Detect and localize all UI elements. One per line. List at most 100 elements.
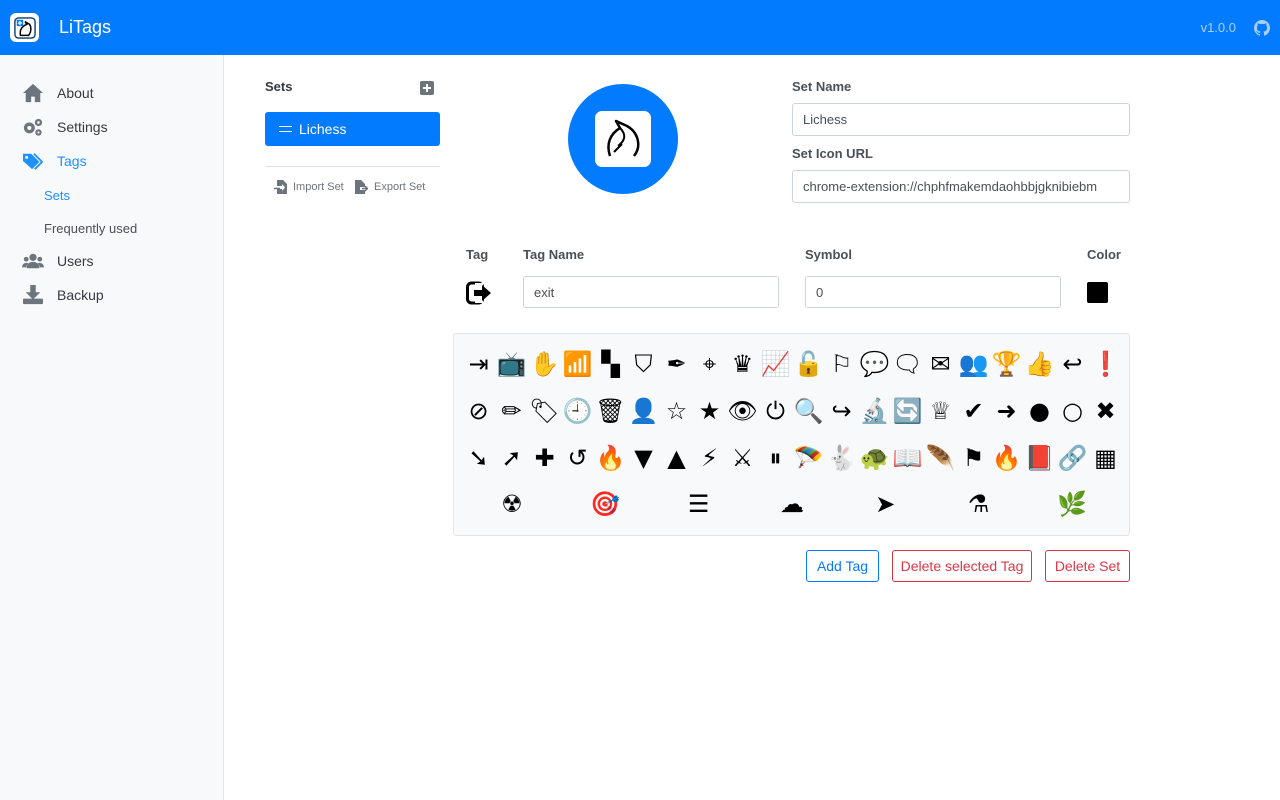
trophy-icon[interactable]: 🏆 [990, 344, 1023, 384]
exit-icon[interactable]: ⇥ [462, 344, 495, 384]
star-outline-icon[interactable]: ☆ [660, 391, 693, 431]
crosshair-icon[interactable]: ⌖ [693, 344, 726, 384]
trash-icon[interactable]: 🗑 [594, 391, 627, 431]
fire-icon[interactable]: 🔥 [990, 438, 1023, 478]
share-icon[interactable]: ↪ [825, 391, 858, 431]
set-icon-url-input[interactable] [792, 170, 1130, 203]
cannabis-icon[interactable]: 🌿 [1052, 484, 1092, 524]
sidebar-subitem-frequently-used[interactable]: Frequently used [44, 221, 137, 236]
pause-icon[interactable]: ⏸ [759, 438, 792, 478]
parachute-icon[interactable]: 🪂 [792, 438, 825, 478]
queen-icon[interactable]: ♕ [924, 391, 957, 431]
cloud-upload-icon[interactable]: ☁ [772, 484, 812, 524]
swords-icon[interactable]: ⚔ [726, 438, 759, 478]
sidebar-subitem-sets[interactable]: Sets [44, 188, 70, 203]
top-bar: LiTags v1.0.0 [0, 0, 1280, 55]
shield-icon[interactable]: ⛉ [627, 344, 660, 384]
search-icon[interactable]: 🔍 [792, 391, 825, 431]
plus-square-icon[interactable]: ✚ [528, 438, 561, 478]
close-icon[interactable]: ✖ [1089, 391, 1122, 431]
chessboard-icon[interactable]: ▚ [594, 344, 627, 384]
delete-selected-tag-button[interactable]: Delete selected Tag [892, 550, 1032, 582]
exclamation-icon[interactable]: ❗ [1089, 344, 1122, 384]
app-title: LiTags [59, 17, 112, 37]
knight-icon [607, 119, 640, 157]
circle-filled-icon[interactable]: ● [1023, 391, 1056, 431]
color-picker[interactable] [1087, 282, 1108, 303]
nuke-icon[interactable]: ☢ [492, 484, 532, 524]
flag-outline-icon[interactable]: ⚐ [825, 344, 858, 384]
book-icon[interactable]: 📖 [891, 438, 924, 478]
sidebar-item-about[interactable]: About [22, 83, 94, 103]
sync-icon[interactable]: 🔄 [891, 391, 924, 431]
set-list-item[interactable]: Lichess [265, 112, 440, 146]
cursor-icon[interactable]: ➤ [865, 484, 905, 524]
clock-icon[interactable]: 🕘 [561, 391, 594, 431]
caret-down-icon[interactable]: ▼ [627, 438, 660, 478]
target-icon[interactable]: 🎯 [585, 484, 625, 524]
arrow-down-right-icon[interactable]: ➘ [462, 438, 495, 478]
caret-up-icon[interactable]: ▲ [660, 438, 693, 478]
sidebar-item-settings[interactable]: Settings [22, 117, 108, 137]
rss-icon[interactable]: 📶 [561, 344, 594, 384]
version-label: v1.0.0 [1200, 20, 1236, 35]
sidebar-item-tags[interactable]: Tags [22, 151, 87, 171]
symbol-input[interactable] [805, 276, 1061, 308]
flag-icon[interactable]: ⚑ [957, 438, 990, 478]
set-name-label: Set Name [792, 79, 852, 94]
grid-icon[interactable]: ▦ [1089, 438, 1122, 478]
envelope-icon[interactable]: ✉ [924, 344, 957, 384]
bong-icon[interactable]: ⚗ [959, 484, 999, 524]
color-label: Color [1087, 247, 1121, 262]
tag-icon[interactable]: 🏷 [528, 391, 561, 431]
sidebar-item-label: Settings [57, 119, 108, 135]
arrow-up-right-icon[interactable]: ➚ [495, 438, 528, 478]
eye-icon[interactable]: 👁 [726, 391, 759, 431]
tags-icon [23, 153, 44, 170]
sign-in-icon[interactable]: ➜ [990, 391, 1023, 431]
github-icon[interactable] [1254, 20, 1270, 36]
link-icon[interactable]: 🔗 [1056, 438, 1089, 478]
import-set-button[interactable]: Import Set [274, 180, 344, 194]
layers-icon[interactable]: ☰ [679, 484, 719, 524]
power-icon[interactable]: ⏻ [759, 391, 792, 431]
star-icon[interactable]: ★ [693, 391, 726, 431]
undo-icon[interactable]: ↺ [561, 438, 594, 478]
set-name-input[interactable] [792, 103, 1130, 136]
ban-icon[interactable]: ⊘ [462, 391, 495, 431]
chats-icon[interactable]: 🗨 [891, 344, 924, 384]
rabbit-icon[interactable]: 🐇 [825, 438, 858, 478]
export-set-button[interactable]: Export Set [355, 180, 425, 194]
chat-icon[interactable]: 💬 [858, 344, 891, 384]
book-closed-icon[interactable]: 📕 [1023, 438, 1056, 478]
delete-set-button[interactable]: Delete Set [1045, 550, 1130, 582]
chart-icon[interactable]: 📈 [759, 344, 792, 384]
tag-name-input[interactable] [523, 276, 779, 308]
thumbs-up-icon[interactable]: 👍 [1023, 344, 1056, 384]
microscope-icon[interactable]: 🔬 [858, 391, 891, 431]
add-tag-button[interactable]: Add Tag [806, 550, 879, 582]
icon-row: ☢ 🎯 ☰ ☁ ➤ ⚗ 🌿 [462, 484, 1122, 524]
add-set-icon[interactable] [420, 81, 434, 95]
lightning-icon[interactable]: ⚡ [693, 438, 726, 478]
feather-icon[interactable]: 🪶 [924, 438, 957, 478]
unlock-icon[interactable]: 🔓 [792, 344, 825, 384]
sidebar-item-users[interactable]: Users [22, 251, 94, 271]
check-icon[interactable]: ✔ [957, 391, 990, 431]
set-icon-preview [568, 84, 678, 194]
users-icon[interactable]: 👥 [957, 344, 990, 384]
circle-outline-icon[interactable]: ○ [1056, 391, 1089, 431]
reply-icon[interactable]: ↩ [1056, 344, 1089, 384]
user-icon[interactable]: 👤 [627, 391, 660, 431]
gears-icon [23, 118, 43, 136]
drag-handle-icon[interactable] [279, 126, 292, 132]
file-export-icon [355, 180, 368, 194]
crown-icon[interactable]: ♛ [726, 344, 759, 384]
turtle-icon[interactable]: 🐢 [858, 438, 891, 478]
pencil-icon[interactable]: ✏ [495, 391, 528, 431]
sidebar-item-backup[interactable]: Backup [22, 285, 104, 305]
quill-icon[interactable]: ✒ [660, 344, 693, 384]
flame-icon[interactable]: 🔥 [594, 438, 627, 478]
tv-icon[interactable]: 📺 [495, 344, 528, 384]
hand-icon[interactable]: ✋ [528, 344, 561, 384]
